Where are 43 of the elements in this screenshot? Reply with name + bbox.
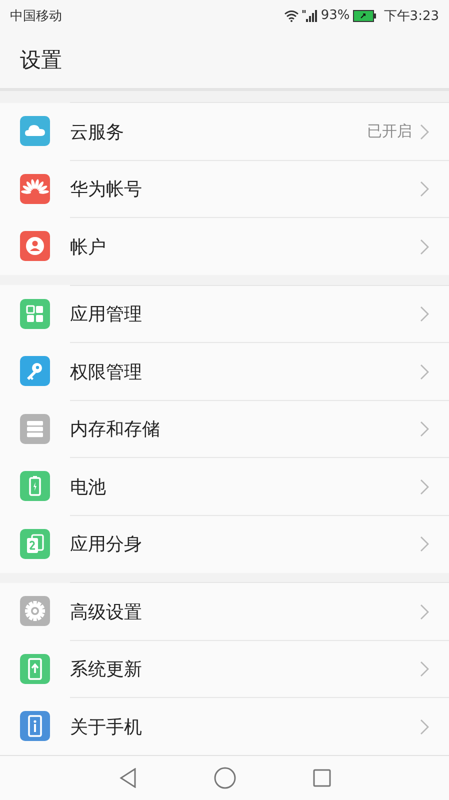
page-title: 设置 — [20, 46, 62, 74]
setting-label[interactable]: 帐户 — [70, 234, 420, 259]
person-icon — [20, 231, 50, 262]
cards-icon — [20, 528, 50, 559]
clock-time: 下午3:23 — [384, 8, 439, 25]
chevron-icon — [420, 718, 429, 735]
battery-icon — [352, 10, 377, 22]
chevron-icon — [420, 478, 429, 495]
chevron-icon — [420, 536, 429, 552]
cloud-icon — [20, 116, 50, 146]
petals-icon — [20, 174, 50, 204]
grid-icon — [20, 298, 50, 329]
carrier-name: 中国移动 — [10, 8, 62, 25]
battery-percent: 93% — [320, 8, 350, 24]
chevron-icon — [420, 238, 429, 255]
setting-label[interactable]: 应用分身 — [70, 532, 420, 556]
chevron-icon — [420, 661, 429, 678]
setting-label[interactable]: 内存和存储 — [70, 417, 420, 442]
setting-label[interactable]: 高级设置 — [70, 600, 420, 624]
setting-label[interactable]: 关于手机 — [70, 714, 420, 739]
battery-icon — [20, 471, 50, 502]
phone-info-icon — [20, 711, 50, 742]
setting-label[interactable]: 应用管理 — [70, 302, 420, 326]
setting-status: 已开启 — [367, 122, 412, 142]
chevron-icon — [420, 364, 429, 380]
chevron-icon — [420, 421, 429, 438]
chevron-icon — [420, 604, 429, 620]
recents-icon[interactable] — [312, 769, 330, 788]
chevron-icon — [420, 306, 429, 322]
chevron-icon — [420, 181, 429, 198]
setting-label[interactable]: 系统更新 — [70, 657, 420, 682]
chevron-icon — [420, 124, 429, 140]
setting-label[interactable]: 权限管理 — [70, 360, 420, 384]
setting-label[interactable]: 华为帐号 — [70, 177, 420, 202]
gear-icon — [20, 596, 50, 626]
setting-label[interactable]: 云服务 — [70, 120, 367, 144]
signal-icon — [302, 9, 318, 22]
key-icon — [20, 356, 50, 386]
wifi-icon — [284, 10, 299, 22]
setting-label[interactable]: 电池 — [70, 474, 420, 499]
storage-icon — [20, 414, 50, 444]
home-icon[interactable] — [214, 767, 236, 790]
back-icon[interactable] — [118, 768, 136, 788]
